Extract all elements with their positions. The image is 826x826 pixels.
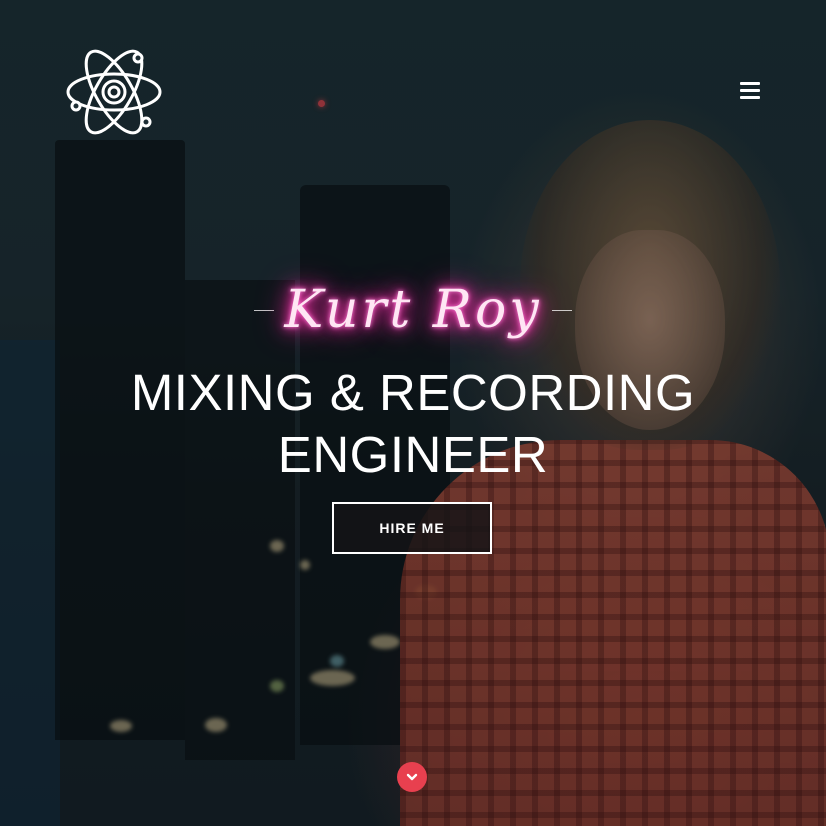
hero-name-row: Kurt Roy (0, 270, 826, 350)
hero-section: Kurt Roy MIXING & RECORDING ENGINEER HIR… (0, 0, 826, 826)
headline-line-1: MIXING & RECORDING (130, 364, 696, 421)
hero-headline: MIXING & RECORDING ENGINEER (0, 362, 826, 486)
name-left-divider (254, 309, 275, 311)
hamburger-menu-icon[interactable] (740, 82, 760, 102)
atom-icon[interactable] (64, 42, 164, 142)
hero-name: Kurt Roy (284, 280, 542, 340)
hire-me-button[interactable]: HIRE ME (332, 502, 492, 554)
headline-line-2: ENGINEER (277, 426, 549, 483)
atom-logo-svg (66, 49, 162, 135)
chevron-down-icon[interactable] (397, 762, 427, 792)
name-right-divider (551, 309, 572, 311)
